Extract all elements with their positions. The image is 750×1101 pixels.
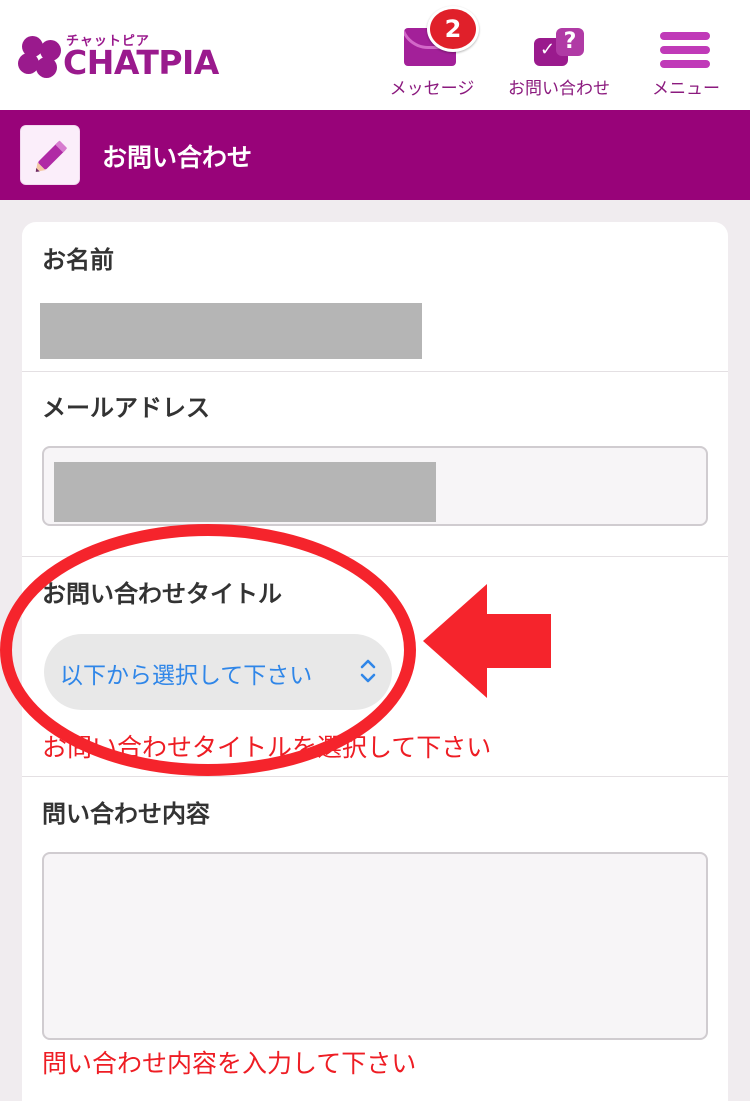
flower-logo-icon [18,36,64,78]
divider [22,556,728,557]
nav-menu-label: メニュー [652,79,720,99]
pencil-icon [20,125,80,185]
content-textarea[interactable] [42,852,708,1040]
name-value-redacted [40,303,422,359]
inquiry-title-select[interactable]: 以下から選択して下さい [44,634,392,710]
logo-text: CHATPIA [63,43,219,82]
email-value-redacted [54,462,436,522]
page-title-bar: お問い合わせ [0,110,750,200]
divider [22,371,728,372]
nav-menu[interactable]: メニュー [644,0,728,110]
email-label: メールアドレス [42,394,210,422]
nav-contact-label: お問い合わせ [508,79,610,99]
page-title: お問い合わせ [102,143,253,172]
unread-count-badge: 2 [427,6,479,52]
name-label: お名前 [42,246,114,274]
nav-messages-label: メッセージ [389,79,475,99]
app-header: チャットピア CHATPIA 2 メッセージ ? ✓ お問い合わせ メニュー [0,0,750,110]
email-field[interactable] [42,446,708,526]
chevron-up-down-icon [360,659,376,683]
nav-messages[interactable]: 2 メッセージ [380,0,484,110]
content-label: 問い合わせ内容 [42,800,210,828]
inquiry-title-select-value: 以下から選択して下さい [60,663,313,689]
inquiry-title-error: お問い合わせタイトルを選択して下さい [42,733,492,762]
contact-form-card: お名前 メールアドレス お問い合わせタイトル 以下から選択して下さい お問い合わ… [22,222,728,1101]
divider [22,776,728,777]
content-error: 問い合わせ内容を入力して下さい [42,1049,417,1078]
chatpia-logo[interactable]: チャットピア CHATPIA [18,30,228,82]
nav-contact[interactable]: ? ✓ お問い合わせ [498,0,620,110]
inquiry-title-label: お問い合わせタイトル [42,580,282,608]
